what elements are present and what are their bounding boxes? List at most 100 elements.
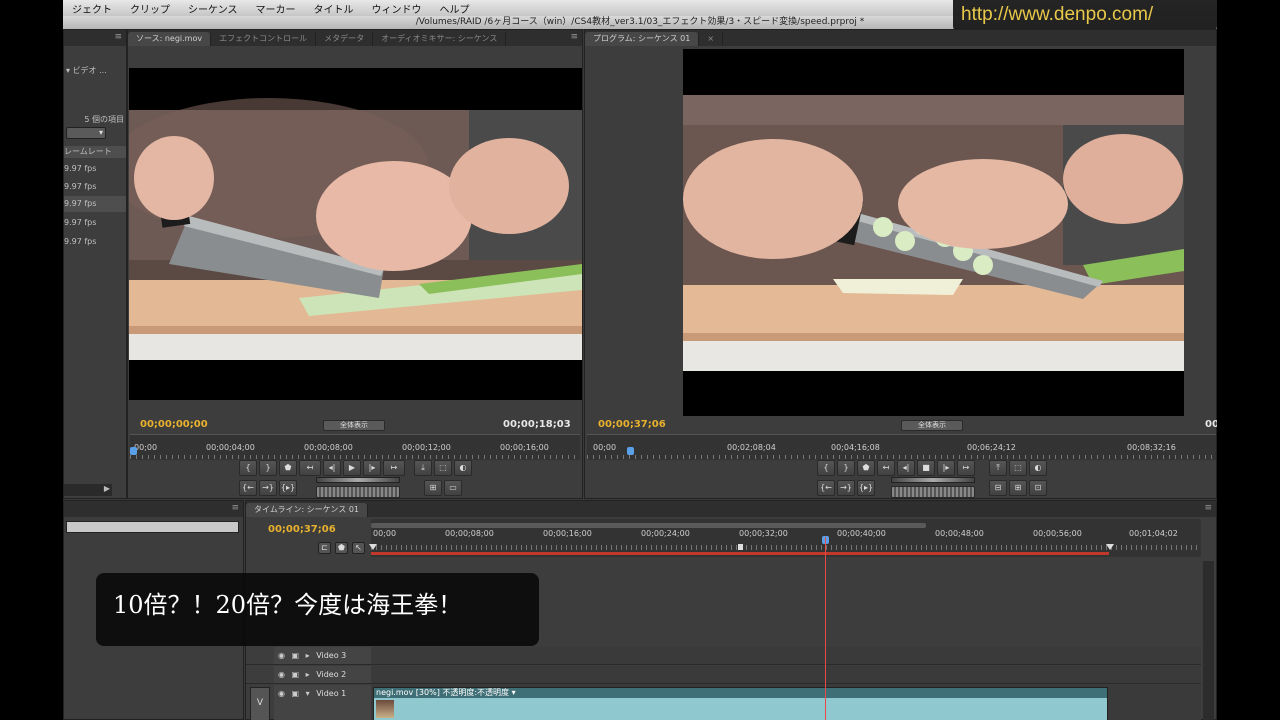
eye-icon[interactable]: ◉ [278,689,285,698]
output-icon[interactable]: ◐ [1029,460,1047,476]
expand-icon[interactable]: ▸ [306,670,310,679]
program-current-timecode[interactable]: 00;00;37;06 [598,419,666,430]
project-hscroll[interactable]: ▶ [64,484,112,496]
snap-icon[interactable]: ⊏ [318,542,331,554]
overlay-icon[interactable]: ⊞ [424,480,442,496]
set-marker-icon[interactable]: ⬟ [279,460,297,476]
panel-menu-icon[interactable]: ≡ [570,32,578,42]
clip-negi[interactable]: negi.mov [30%] 不透明度:不透明度 ▾ [373,687,1108,720]
set-out-icon[interactable]: } [259,460,277,476]
project-row-fps-selected[interactable]: 9.97 fps [64,196,126,212]
lock-icon[interactable]: ▣ [292,651,300,660]
project-video-label[interactable]: ▾ ビデオ ... [66,65,107,76]
video-target-button[interactable]: V [250,687,270,720]
output-icon[interactable]: ◐ [454,460,472,476]
tab-source[interactable]: ソース: negi.mov [128,32,212,46]
source-shuttle[interactable] [316,477,400,483]
info-field[interactable] [66,521,239,533]
source-fit-dropdown[interactable]: 全体表示 [323,420,385,431]
program-time-ruler[interactable]: 00;00 00;02;08;04 00;04;16;08 00;06;24;1… [587,434,1216,460]
go-to-out-icon[interactable]: ↦ [957,460,975,476]
track-lane[interactable] [371,647,1201,664]
timeline-current-timecode[interactable]: 00;00;37;06 [268,524,336,535]
work-area-start[interactable] [369,544,377,550]
go-to-in-point-icon[interactable]: {← [239,480,257,496]
menu-sequence[interactable]: シーケンス [179,1,247,16]
selection-icon[interactable]: ↖ [352,542,365,554]
play-in-to-out-icon[interactable]: {▸} [857,480,875,496]
panel-menu-icon[interactable]: ≡ [231,503,239,513]
stop-icon[interactable]: ■ [917,460,935,476]
extract-icon[interactable]: ⊟ [989,480,1007,496]
play-icon[interactable]: ▶ [343,460,361,476]
panel-menu-icon[interactable]: ≡ [114,32,122,42]
go-to-in-icon[interactable]: ↤ [299,460,321,476]
lift-icon[interactable]: ⤒ [989,460,1007,476]
tab-metadata[interactable]: メタデータ [316,32,374,46]
source-playhead[interactable] [130,447,137,455]
project-row-fps[interactable]: 9.97 fps [64,182,96,191]
project-view-dropdown[interactable]: ▾ [66,127,106,139]
menu-help[interactable]: ヘルプ [431,1,479,16]
trim-icon[interactable]: ⊞ [1009,480,1027,496]
program-shuttle[interactable] [891,477,975,483]
set-marker-icon[interactable]: ⬟ [857,460,875,476]
toggle-take-icon[interactable]: ▭ [444,480,462,496]
panel-menu-icon[interactable]: ≡ [1204,503,1212,513]
lock-icon[interactable]: ▣ [292,689,300,698]
set-in-icon[interactable]: { [239,460,257,476]
work-area-bar[interactable] [371,552,1109,555]
program-video[interactable] [683,49,1184,416]
insert-icon[interactable]: ⤓ [414,460,432,476]
eye-icon[interactable]: ◉ [278,670,285,679]
source-time-ruler[interactable]: 00;00 00;00;04;00 00;00;08;00 00;00;12;0… [130,434,580,460]
go-to-out-icon[interactable]: ↦ [383,460,405,476]
set-out-icon[interactable]: } [837,460,855,476]
menu-marker[interactable]: マーカー [247,1,305,16]
play-in-to-out-icon[interactable]: {▸} [279,480,297,496]
zoom-bar[interactable] [371,523,926,528]
step-forward-icon[interactable]: |▸ [363,460,381,476]
menu-title[interactable]: タイトル [305,1,363,16]
step-forward-icon[interactable]: |▸ [937,460,955,476]
tab-close[interactable]: × [699,32,724,46]
multicam-icon[interactable]: ⊡ [1029,480,1047,496]
step-back-icon[interactable]: ◂| [897,460,915,476]
menu-clip[interactable]: クリップ [121,1,179,16]
expand-icon[interactable]: ▸ [306,651,310,660]
tab-audio-mixer[interactable]: オーディオミキサー: シーケンス [373,32,507,46]
work-area-marker[interactable] [738,544,743,550]
track-lane[interactable] [371,666,1201,683]
marker-icon[interactable]: ⬟ [335,542,348,554]
source-video[interactable] [129,68,582,400]
tab-effect-controls[interactable]: エフェクトコントロール [211,32,317,46]
timeline-vscroll[interactable] [1203,561,1214,720]
step-back-icon[interactable]: ◂| [323,460,341,476]
timeline-ruler[interactable]: 00;00 00;00;08;00 00;00;16;00 00;00;24;0… [369,519,1201,557]
go-to-out-point-icon[interactable]: →} [259,480,277,496]
go-to-in-point-icon[interactable]: {← [817,480,835,496]
collapse-icon[interactable]: ▾ [306,689,310,698]
source-current-timecode[interactable]: 00;00;00;00 [140,419,208,430]
eye-icon[interactable]: ◉ [278,651,285,660]
tab-timeline[interactable]: タイムライン: シーケンス 01 [246,503,368,517]
scroll-right-icon[interactable]: ▶ [104,484,110,493]
go-to-in-icon[interactable]: ↤ [877,460,895,476]
safe-margins-icon[interactable]: ⬚ [1009,460,1027,476]
project-row-fps[interactable]: 9.97 fps [64,218,96,227]
menu-window[interactable]: ウィンドウ [363,1,431,16]
project-column-header[interactable]: レームレート [64,146,126,158]
tab-program[interactable]: プログラム: シーケンス 01 [585,32,700,46]
safe-margins-icon[interactable]: ⬚ [434,460,452,476]
project-row-fps[interactable]: 9.97 fps [64,164,96,173]
source-jog[interactable] [316,486,400,498]
program-jog[interactable] [891,486,975,498]
menu-project[interactable]: ジェクト [63,1,121,16]
go-to-out-point-icon[interactable]: →} [837,480,855,496]
work-area-end[interactable] [1106,544,1114,550]
lock-icon[interactable]: ▣ [292,670,300,679]
program-fit-dropdown[interactable]: 全体表示 [901,420,963,431]
set-in-icon[interactable]: { [817,460,835,476]
project-row-fps[interactable]: 9.97 fps [64,237,96,246]
program-playhead[interactable] [627,447,634,455]
